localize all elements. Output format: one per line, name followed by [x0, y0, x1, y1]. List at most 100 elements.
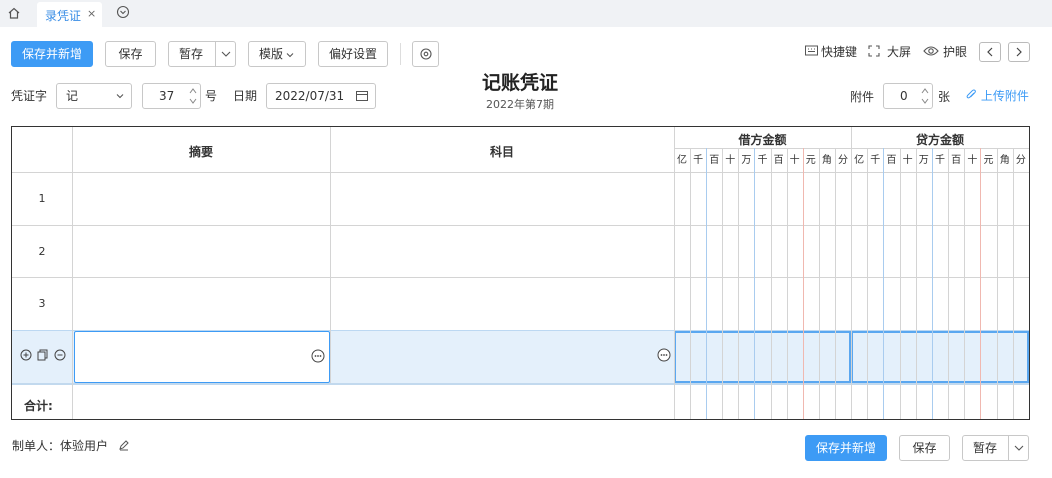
header-divider	[12, 172, 1029, 173]
digit-label: 百	[773, 155, 784, 166]
more-icon[interactable]	[311, 349, 325, 363]
copy-row-icon[interactable]	[37, 349, 49, 361]
upload-attachment-link[interactable]: 上传附件	[966, 88, 1029, 104]
digit-label: 分	[1015, 155, 1026, 166]
add-row-icon[interactable]	[20, 349, 32, 361]
row-divider	[12, 277, 1029, 278]
chevron-down-icon[interactable]	[1008, 436, 1028, 460]
fullscreen-button[interactable]: 大屏	[868, 43, 913, 61]
draft-split-button[interactable]: 暂存	[168, 41, 236, 67]
digit-label: 千	[757, 155, 768, 166]
eye-icon	[923, 46, 939, 56]
voucher-period: 2022年第7期	[486, 98, 554, 111]
stepper-arrows-icon[interactable]	[920, 85, 930, 107]
footer-draft-label: 暂存	[973, 441, 998, 455]
digit-label: 十	[902, 155, 913, 166]
debit-amount-input[interactable]	[674, 331, 851, 383]
digit-column-divider	[690, 148, 692, 419]
digit-column-divider	[883, 148, 885, 419]
footer-save-and-new-button[interactable]: 保存并新增	[805, 435, 887, 461]
tab-label: 录凭证	[45, 9, 82, 23]
chevron-left-icon	[987, 47, 993, 57]
subject-input[interactable]	[331, 331, 674, 383]
toolbar-divider	[400, 43, 401, 65]
digit-label: 百	[951, 155, 962, 166]
digit-column-divider	[899, 148, 901, 419]
preferences-button[interactable]: 偏好设置	[318, 41, 388, 67]
column-divider	[851, 127, 852, 419]
settings-button[interactable]	[412, 41, 439, 67]
summary-input[interactable]	[74, 331, 330, 383]
digit-label: 百	[709, 155, 720, 166]
attachment-unit: 张	[938, 90, 951, 104]
maker-info: 制单人：体验用户	[12, 437, 130, 455]
next-voucher-button[interactable]	[1008, 42, 1030, 62]
footer-save-button[interactable]: 保存	[899, 435, 950, 461]
row-number: 3	[38, 297, 46, 310]
edit-icon[interactable]	[118, 439, 130, 451]
home-icon[interactable]	[7, 6, 21, 20]
footer-draft-split-button[interactable]: 暂存	[962, 435, 1029, 461]
calendar-icon	[356, 91, 368, 101]
digit-label: 十	[789, 155, 800, 166]
digit-label: 元	[983, 155, 994, 166]
remove-row-icon[interactable]	[54, 349, 66, 361]
eye-care-label: 护眼	[943, 45, 968, 59]
voucher-title: 记账凭证	[481, 72, 558, 94]
total-label: 合计:	[24, 399, 53, 413]
digit-column-divider	[786, 148, 788, 419]
voucher-table: 摘要 科目 借方金额 贷方金额 亿千百十万千百十元角分 亿千百十万千百十元角分 …	[11, 126, 1030, 420]
digit-column-divider	[964, 148, 966, 419]
maker-label: 制单人：体验用户	[12, 439, 109, 453]
date-picker[interactable]: 2022/07/31	[266, 83, 376, 109]
digit-label: 百	[886, 155, 897, 166]
digit-column-divider	[818, 148, 820, 419]
digit-column-divider	[722, 148, 724, 419]
chevron-circle-down-icon[interactable]	[116, 5, 130, 19]
eye-care-button[interactable]: 护眼	[923, 43, 969, 61]
attachment-count-value: 0	[900, 89, 908, 103]
voucher-type-value: 记	[66, 89, 79, 103]
previous-voucher-button[interactable]	[979, 42, 1001, 62]
voucher-number-value: 37	[159, 89, 175, 103]
shortcut-button[interactable]: 快捷键	[805, 43, 861, 61]
stepper-arrows-icon[interactable]	[188, 85, 198, 107]
attachment-count-stepper[interactable]: 0	[883, 83, 933, 109]
digit-column-divider	[834, 148, 836, 419]
more-icon[interactable]	[657, 348, 671, 362]
save-and-new-button[interactable]: 保存并新增	[11, 41, 93, 67]
save-button[interactable]: 保存	[105, 41, 156, 67]
draft-button-label: 暂存	[179, 47, 204, 61]
credit-amount-input[interactable]	[851, 331, 1029, 383]
chevron-down-icon[interactable]	[215, 42, 235, 66]
voucher-number-stepper[interactable]: 37	[142, 83, 201, 109]
digit-column-divider	[738, 148, 740, 419]
main-content: 保存并新增 保存 暂存 模版 偏好设置 快捷键 大屏 护眼 凭证字 记 37 号…	[0, 27, 1052, 478]
debit-column-header: 借方金额	[738, 133, 787, 147]
voucher-number-suffix: 号	[205, 89, 218, 103]
tab-bar: 录凭证 ×	[0, 0, 1052, 27]
row-number: 1	[38, 192, 46, 205]
digit-label: 角	[999, 155, 1010, 166]
summary-column-header: 摘要	[188, 145, 213, 159]
tab-voucher-entry[interactable]: 录凭证 ×	[37, 2, 102, 27]
voucher-type-label: 凭证字	[11, 89, 48, 103]
digit-label: 十	[967, 155, 978, 166]
digit-column-divider	[770, 148, 772, 419]
fullscreen-label: 大屏	[887, 45, 912, 59]
digit-column-divider	[996, 148, 998, 419]
digit-column-divider	[1012, 148, 1014, 419]
digit-label: 十	[725, 155, 736, 166]
date-value: 2022/07/31	[275, 89, 345, 103]
template-dropdown[interactable]: 模版	[248, 41, 306, 67]
close-icon[interactable]: ×	[87, 8, 97, 20]
chevron-down-icon	[116, 94, 124, 99]
digit-column-divider	[802, 148, 804, 419]
row-divider	[12, 225, 1029, 226]
digit-column-divider	[867, 148, 869, 419]
paperclip-icon	[966, 89, 976, 99]
credit-column-header: 贷方金额	[915, 133, 964, 147]
digit-column-divider	[948, 148, 950, 419]
voucher-type-select[interactable]: 记	[56, 83, 132, 109]
chevron-down-icon	[286, 52, 294, 57]
